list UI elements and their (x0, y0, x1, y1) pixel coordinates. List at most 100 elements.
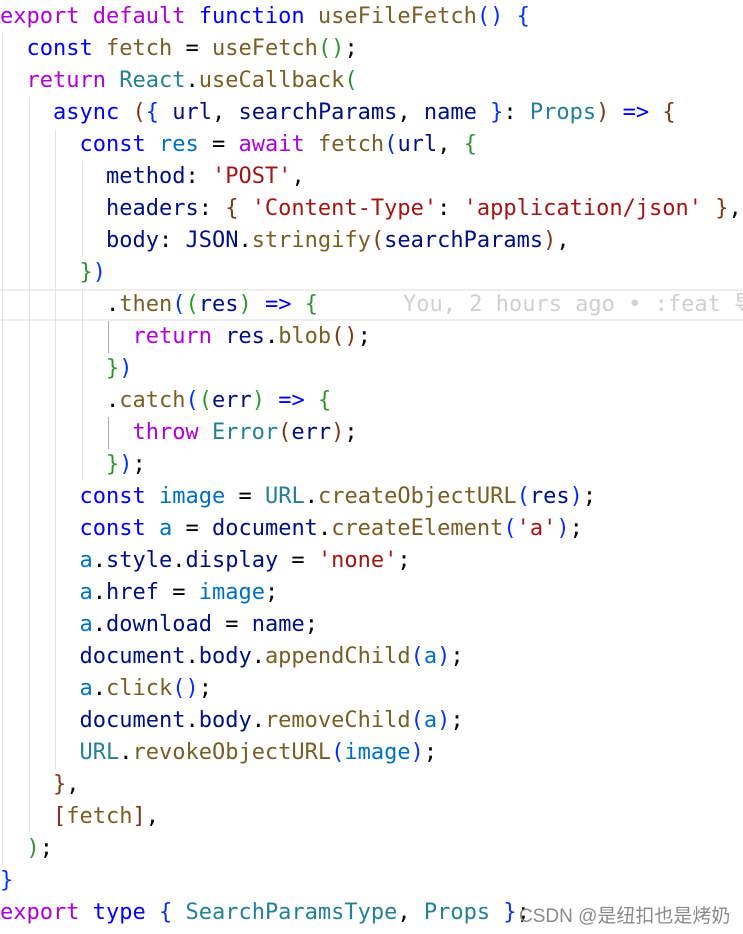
code-token: . (92, 612, 106, 637)
code-line[interactable]: .catch((err) => { (0, 385, 743, 417)
indent-guide (81, 417, 83, 449)
code-token: const (26, 36, 93, 61)
code-token: revokeObjectURL (132, 740, 332, 765)
code-token: ) (119, 452, 133, 477)
indent-guide (2, 673, 3, 705)
code-line[interactable]: } (0, 865, 743, 897)
indent-guide (2, 801, 3, 833)
indent-guide (28, 193, 30, 225)
code-line[interactable]: return res.blob(); (0, 321, 743, 353)
code-line[interactable]: a.href = image; (0, 577, 743, 609)
code-line[interactable]: }) (0, 257, 743, 289)
code-line[interactable]: }); (0, 449, 743, 481)
indent-guide (81, 321, 83, 353)
code-token: : (185, 164, 212, 189)
code-token: method (105, 164, 186, 189)
code-token: : (503, 100, 530, 125)
code-token: , (66, 772, 80, 797)
code-token: const (79, 516, 146, 541)
code-token: . (317, 516, 332, 541)
code-token: ( (198, 388, 212, 413)
code-token: url (397, 132, 438, 157)
code-token: { (158, 900, 173, 925)
indent-guide (28, 609, 30, 641)
code-token: , (145, 804, 159, 829)
code-line[interactable]: const image = URL.createObjectURL(res); (0, 481, 743, 513)
indent-guide (108, 321, 109, 353)
code-token: , (397, 100, 424, 125)
code-line[interactable]: headers: { 'Content-Type': 'application/… (0, 193, 743, 225)
code-token: ; (344, 36, 358, 61)
code-token: ) (596, 100, 610, 125)
indent-guide (2, 257, 3, 289)
code-token: ; (450, 708, 464, 733)
code-line[interactable]: [fetch], (0, 801, 743, 833)
indent-guide (55, 353, 56, 385)
code-token: body (105, 228, 159, 253)
code-line[interactable]: }, (0, 769, 743, 801)
indent-guide (55, 321, 56, 353)
code-token: searchParams (238, 100, 398, 125)
code-editor[interactable]: export default function useFileFetch() {… (0, 1, 743, 929)
code-token: body (198, 644, 252, 669)
code-token: . (185, 68, 199, 93)
indent-guide (2, 577, 3, 609)
code-token: href (105, 580, 159, 605)
code-line[interactable]: document.body.removeChild(a); (0, 705, 743, 737)
code-line[interactable]: async ({ url, searchParams, name }: Prop… (0, 97, 743, 129)
indent-guide (81, 385, 83, 417)
code-token: useFileFetch (317, 4, 477, 29)
indent-guide (28, 513, 30, 545)
indent-guide (28, 289, 30, 321)
code-line[interactable]: a.click(); (0, 673, 743, 705)
code-token: document (79, 644, 186, 669)
code-token: display (185, 548, 279, 573)
code-token: name (423, 100, 477, 125)
code-token: } (0, 868, 14, 893)
code-token: createObjectURL (317, 484, 517, 509)
code-line[interactable]: a.download = name; (0, 609, 743, 641)
code-line[interactable]: body: JSON.stringify(searchParams), (0, 225, 743, 257)
code-token: 'none' (317, 548, 398, 573)
code-line[interactable]: method: 'POST', (0, 161, 743, 193)
code-line[interactable]: ); (0, 833, 743, 865)
code-token: => (264, 292, 292, 317)
code-line[interactable]: const res = await fetch(url, { (0, 129, 743, 161)
code-token: } (715, 196, 729, 221)
code-line[interactable]: URL.revokeObjectURL(image); (0, 737, 743, 769)
code-line[interactable]: }) (0, 353, 743, 385)
code-token: } (79, 260, 93, 285)
code-token: { (145, 100, 159, 125)
code-line[interactable]: return React.useCallback( (0, 65, 743, 97)
code-token: ; (357, 324, 371, 349)
code-line[interactable]: .then((res) => {You, 2 hours ago • :feat… (0, 289, 743, 321)
code-line[interactable]: a.style.display = 'none'; (0, 545, 743, 577)
code-token: 'application/json' (463, 196, 703, 221)
code-token: ; (304, 612, 318, 637)
indent-guide (2, 513, 3, 545)
code-line[interactable]: const fetch = useFetch(); (0, 33, 743, 65)
code-token: export (0, 4, 80, 29)
code-line[interactable]: export default function useFileFetch() { (0, 1, 743, 33)
code-token: } (105, 452, 120, 477)
code-token: a (79, 676, 93, 701)
indent-guide (81, 161, 83, 193)
indent-guide (28, 129, 30, 161)
indent-guide (2, 737, 3, 769)
code-token: ( (132, 100, 146, 125)
indent-guide (108, 417, 109, 449)
code-token: ( (185, 388, 199, 413)
code-line[interactable]: document.body.appendChild(a); (0, 641, 743, 673)
code-token: . (105, 388, 120, 413)
watermark: CSDN @是纽扣也是烤奶 (519, 906, 731, 927)
code-token: appendChild (264, 644, 411, 669)
code-token: , (211, 100, 239, 125)
code-token: searchParams (384, 228, 544, 253)
code-line[interactable]: throw Error(err); (0, 417, 743, 449)
code-token: () (331, 324, 358, 349)
code-line[interactable]: const a = document.createElement('a'); (0, 513, 743, 545)
